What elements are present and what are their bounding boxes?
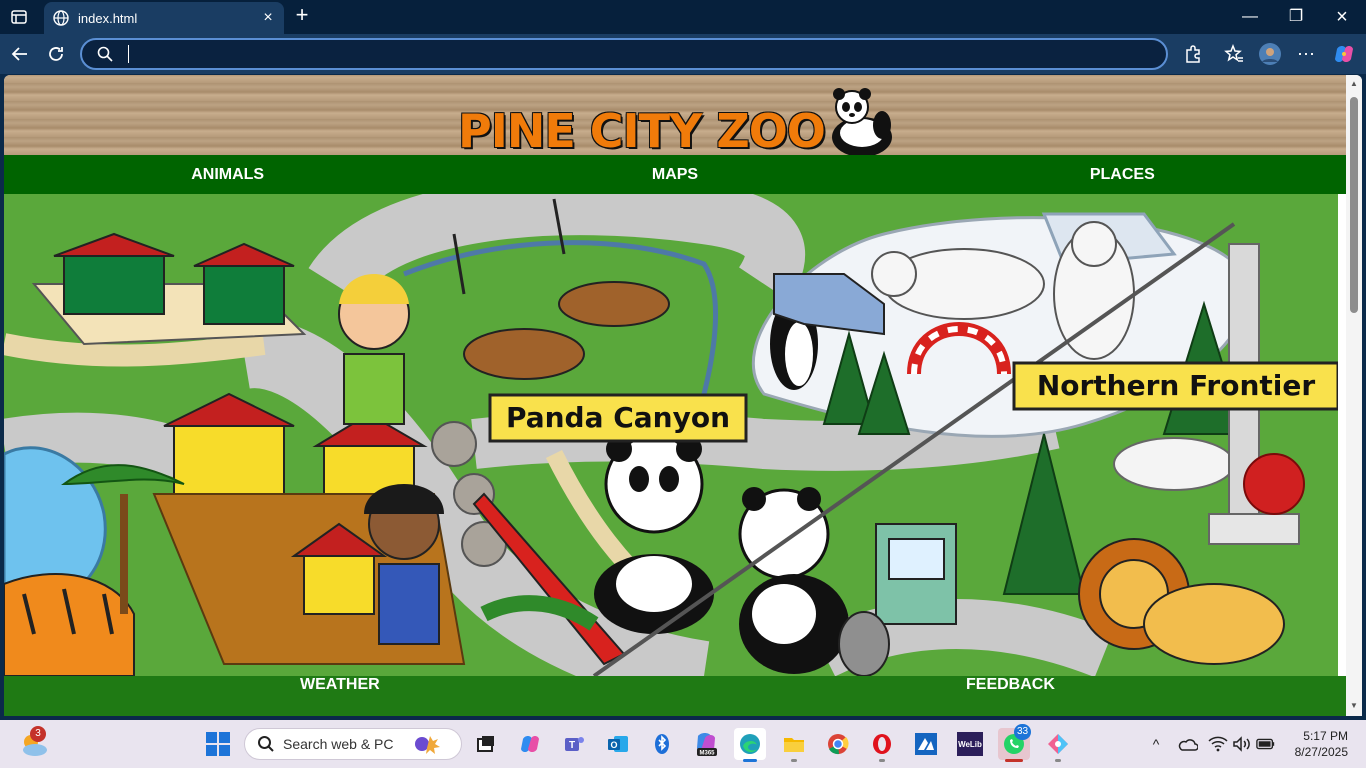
windows-taskbar: 3 Search web & PC T O M365 WeLib 33 ^ 5:…: [0, 720, 1366, 768]
page-viewport: PINE CITY ZOO ANIMALS MAPS PLACES Panda …: [4, 75, 1362, 716]
show-hidden-icons-chevron-icon[interactable]: ^: [1146, 734, 1166, 754]
search-icon: [258, 736, 274, 752]
tab-title: index.html: [78, 10, 138, 26]
close-tab-icon[interactable]: ×: [260, 10, 276, 26]
address-toolbar: ⋯: [0, 34, 1366, 74]
northern-frontier-label: Northern Frontier: [1037, 369, 1316, 402]
globe-icon: [53, 10, 69, 26]
whatsapp-icon[interactable]: 33: [998, 724, 1032, 762]
battery-icon[interactable]: [1256, 734, 1276, 754]
refresh-icon[interactable]: [44, 42, 68, 66]
snipping-tool-icon[interactable]: [1042, 728, 1074, 762]
profile-avatar[interactable]: [1258, 42, 1282, 66]
clock-time: 5:17 PM: [1303, 729, 1348, 743]
favorites-icon[interactable]: [1222, 42, 1246, 66]
panda-canyon-sign: Panda Canyon: [488, 393, 748, 443]
opera-icon[interactable]: [866, 728, 898, 762]
text-caret: [128, 45, 129, 63]
close-window-button[interactable]: ×: [1322, 4, 1362, 30]
search-label: Search web & PC: [283, 736, 394, 752]
azure-vpn-icon[interactable]: [910, 728, 942, 760]
svg-text:O: O: [610, 740, 617, 750]
taskbar-search[interactable]: Search web & PC: [244, 728, 462, 760]
bluetooth-icon[interactable]: [646, 728, 678, 760]
start-button[interactable]: [206, 732, 230, 756]
address-input[interactable]: [133, 46, 1133, 62]
file-explorer-icon[interactable]: [778, 728, 810, 762]
address-bar[interactable]: [80, 38, 1168, 70]
new-tab-button[interactable]: +: [290, 4, 314, 28]
site-header: PINE CITY ZOO: [4, 75, 1346, 155]
teams-icon[interactable]: T: [558, 728, 590, 760]
weather-badge: 3: [30, 726, 46, 742]
search-icon: [97, 46, 113, 62]
minimize-button[interactable]: —: [1230, 4, 1270, 30]
clock-date: 8/27/2025: [1294, 745, 1348, 759]
panda-logo-icon: [832, 88, 892, 155]
zoo-page: PINE CITY ZOO ANIMALS MAPS PLACES Panda …: [4, 75, 1346, 716]
svg-text:WeLib: WeLib: [958, 740, 982, 749]
nav-weather-link[interactable]: WEATHER: [300, 676, 380, 694]
search-highlight-icon: [414, 736, 440, 754]
nav-feedback-link[interactable]: FEEDBACK: [966, 676, 1055, 694]
weather-widget[interactable]: 3: [18, 726, 50, 760]
extensions-icon[interactable]: [1181, 42, 1205, 66]
m365-icon[interactable]: M365: [690, 728, 722, 760]
top-navigation: ANIMALS MAPS PLACES: [4, 155, 1346, 194]
bottom-navigation: WEATHER FEEDBACK: [4, 676, 1346, 716]
outlook-icon[interactable]: O: [602, 728, 634, 760]
copilot-taskbar-icon[interactable]: [514, 728, 546, 760]
browser-tab[interactable]: index.html ×: [44, 2, 284, 34]
svg-text:M365: M365: [699, 751, 715, 757]
wifi-icon[interactable]: [1208, 734, 1228, 754]
more-options-icon[interactable]: ⋯: [1294, 42, 1318, 66]
tab-actions-icon[interactable]: [10, 8, 28, 26]
nav-animals-link[interactable]: ANIMALS: [4, 155, 451, 194]
windows-logo-icon: [206, 732, 230, 756]
nav-places-link[interactable]: PLACES: [899, 155, 1346, 194]
task-view-icon[interactable]: [470, 728, 502, 760]
onedrive-icon[interactable]: [1178, 734, 1198, 754]
whatsapp-badge: 33: [1014, 724, 1032, 740]
edge-icon[interactable]: [734, 728, 766, 762]
zoo-map-image[interactable]: Panda Canyon Northern Frontier: [4, 194, 1338, 676]
panda-canyon-label: Panda Canyon: [506, 401, 730, 434]
northern-frontier-sign: Northern Frontier: [1012, 361, 1338, 411]
volume-icon[interactable]: [1232, 734, 1252, 754]
vertical-scrollbar[interactable]: ▲ ▼: [1346, 75, 1362, 716]
browser-title-bar: index.html × + — ❐ ×: [0, 0, 1366, 34]
restore-button[interactable]: ❐: [1276, 4, 1316, 30]
site-logo[interactable]: PINE CITY ZOO: [458, 87, 826, 158]
back-arrow-icon[interactable]: [8, 42, 32, 66]
scroll-thumb[interactable]: [1350, 97, 1358, 313]
system-clock[interactable]: 5:17 PM 8/27/2025: [1295, 728, 1348, 760]
nav-maps-link[interactable]: MAPS: [451, 155, 898, 194]
welib-icon[interactable]: WeLib: [954, 728, 986, 760]
svg-text:T: T: [569, 740, 575, 751]
scroll-up-arrow-icon[interactable]: ▲: [1349, 79, 1359, 89]
chrome-icon[interactable]: [822, 728, 854, 760]
logo-text: PINE CITY ZOO: [458, 104, 826, 158]
scroll-down-arrow-icon[interactable]: ▼: [1349, 701, 1359, 711]
copilot-icon[interactable]: [1332, 42, 1356, 66]
